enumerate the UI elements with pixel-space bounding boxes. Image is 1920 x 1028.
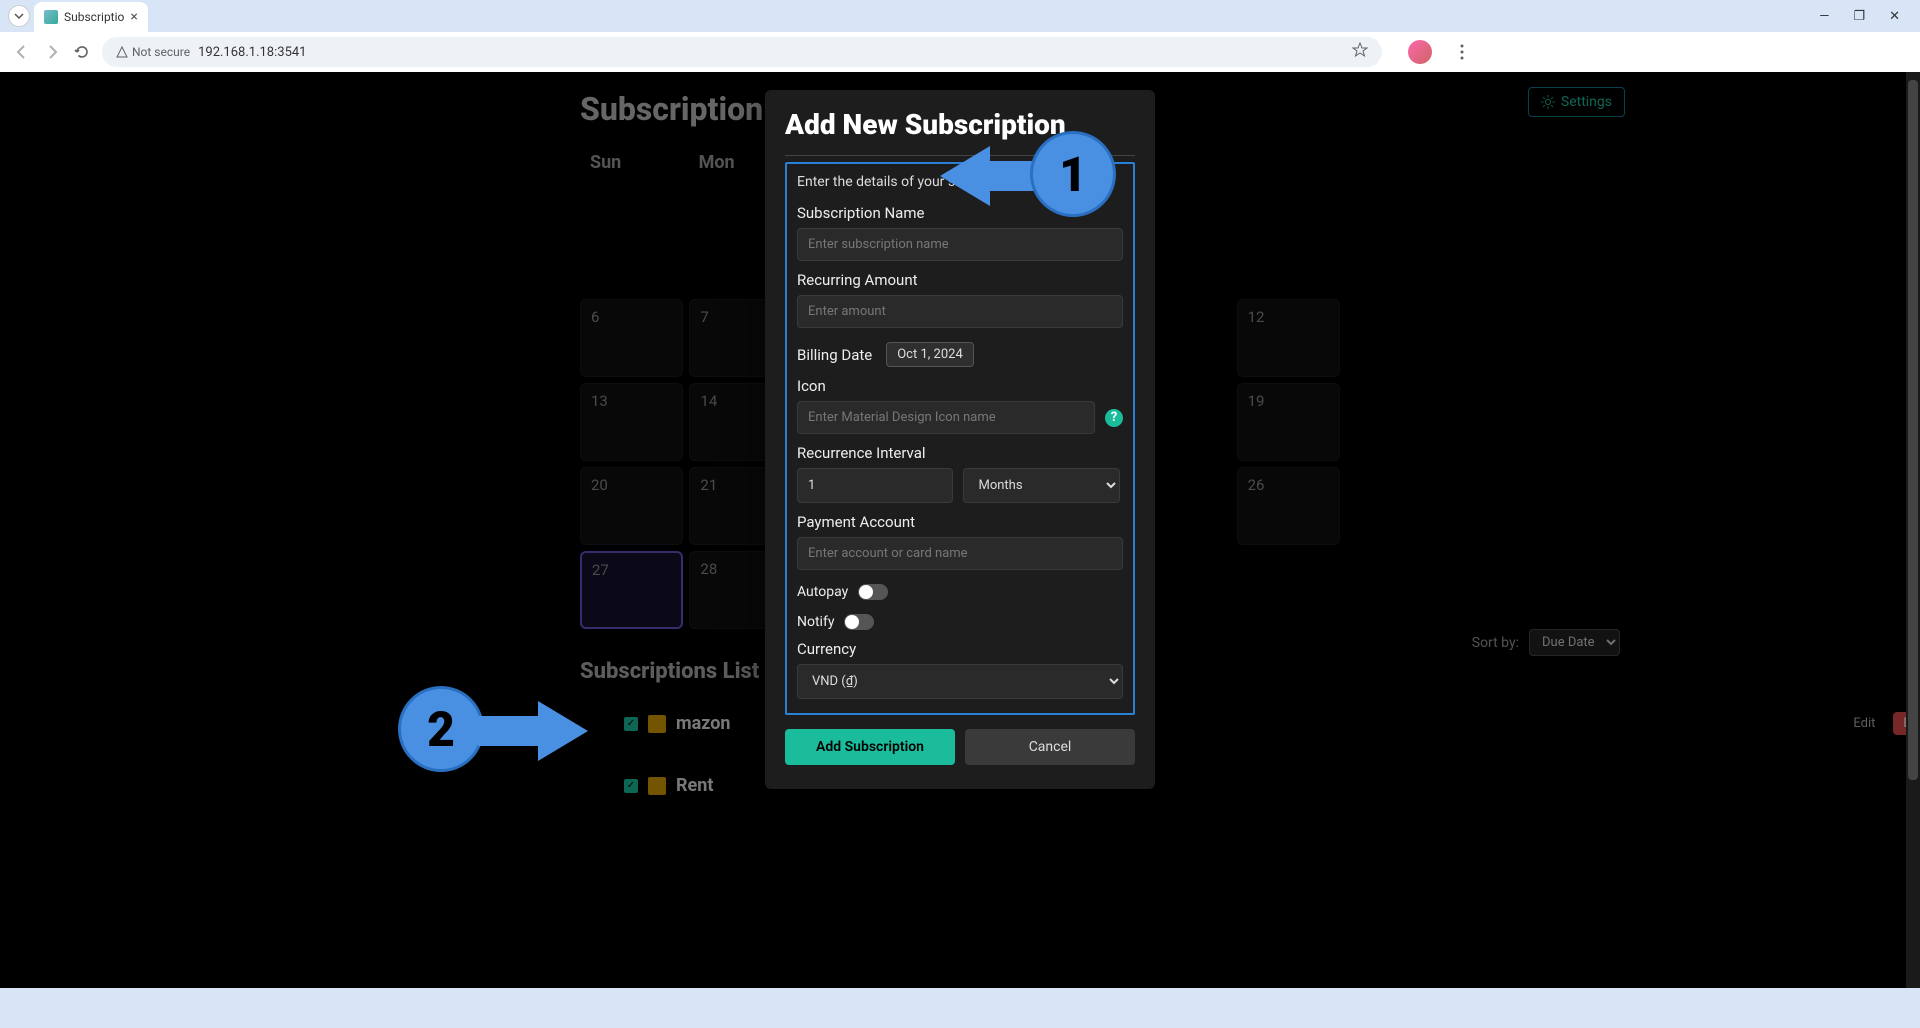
window-close[interactable]: ✕ [1889,9,1900,24]
window-minimize[interactable]: — [1819,9,1829,24]
currency-label: Currency [797,640,1123,658]
amount-label: Recurring Amount [797,271,1123,289]
autopay-label: Autopay [797,584,848,600]
browser-toolbar: Not secure 192.168.1.18:3541 [0,32,1920,72]
tab-close-icon[interactable]: × [130,9,137,25]
back-icon[interactable] [12,42,32,62]
notify-toggle[interactable] [844,614,874,630]
window-maximize[interactable]: ❐ [1853,9,1865,24]
browser-tab-strip: Subscriptio × — ❐ ✕ [0,0,1920,32]
tab-dropdown-icon[interactable] [8,5,30,27]
interval-value-input[interactable] [797,468,953,503]
vertical-scrollbar[interactable] [1906,72,1920,988]
subscription-name-input[interactable] [797,228,1123,261]
annotation-2-label: 2 [427,701,455,758]
add-subscription-button[interactable]: Add Subscription [785,729,955,765]
currency-select[interactable]: VND (₫) [797,664,1123,699]
form-highlight-region: Enter the details of your subscription S… [785,162,1135,715]
billing-date-value[interactable]: Oct 1, 2024 [886,342,974,367]
account-label: Payment Account [797,513,1123,531]
profile-avatar[interactable] [1408,40,1432,64]
payment-account-input[interactable] [797,537,1123,570]
page-viewport: Subscription M Settings Sun Mon Fri 6 7 [0,72,1920,988]
annotation-1-label: 1 [1059,146,1087,203]
url-bar[interactable]: Not secure 192.168.1.18:3541 [102,37,1382,67]
annotation-2: 2 [398,686,484,772]
billing-date-label: Billing Date [797,346,872,364]
cancel-button[interactable]: Cancel [965,729,1135,765]
autopay-toggle[interactable] [858,584,888,600]
url-text: 192.168.1.18:3541 [198,45,306,60]
help-icon[interactable]: ? [1105,409,1123,427]
icon-name-input[interactable] [797,401,1095,434]
tab-title: Subscriptio [64,10,124,24]
scrollbar-thumb[interactable] [1908,80,1918,780]
icon-label: Icon [797,377,1123,395]
tab-favicon [44,10,58,24]
bookmark-star-icon[interactable] [1352,42,1368,62]
window-controls: — ❐ ✕ [1819,9,1912,24]
reload-icon[interactable] [72,42,92,62]
kebab-menu-icon[interactable] [1452,42,1472,62]
recurring-amount-input[interactable] [797,295,1123,328]
interval-unit-select[interactable]: Months [963,468,1119,503]
interval-label: Recurrence Interval [797,444,1123,462]
browser-tab[interactable]: Subscriptio × [34,2,148,32]
forward-icon[interactable] [42,42,62,62]
security-label: Not secure [132,45,190,59]
security-indicator[interactable]: Not secure [116,45,190,59]
notify-label: Notify [797,614,834,630]
